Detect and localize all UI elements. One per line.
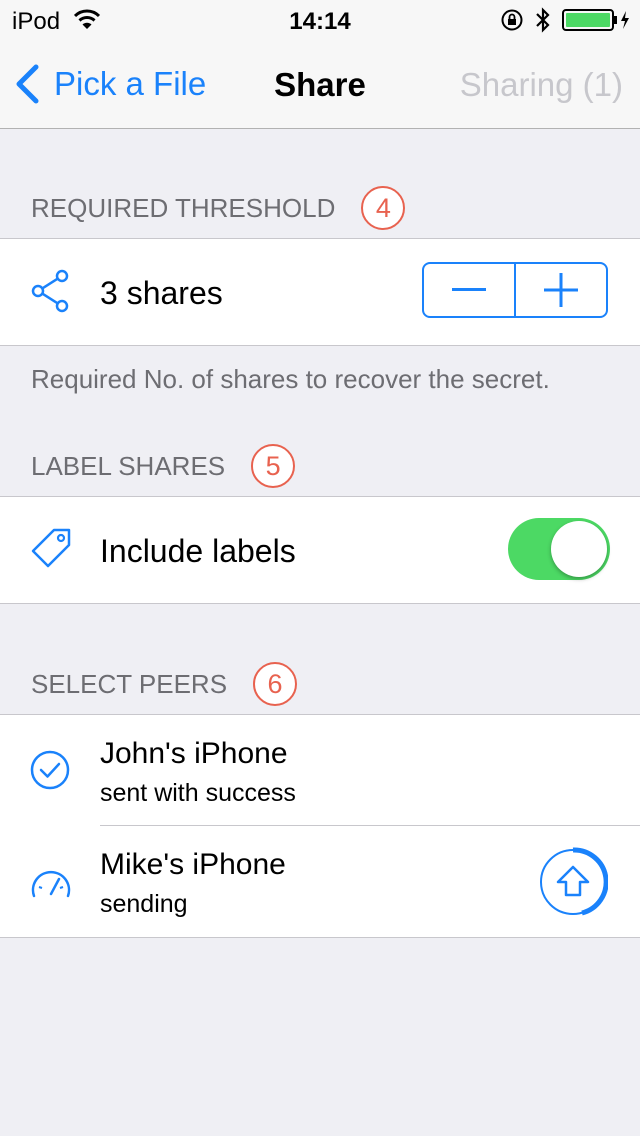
- navigation-bar: Pick a File Share Sharing (1): [0, 40, 640, 129]
- rotation-lock-icon: [501, 9, 523, 31]
- peer-name: John's iPhone: [100, 737, 288, 770]
- peer-row-john[interactable]: John's iPhone sent with success: [0, 715, 640, 826]
- toggle-knob: [551, 521, 607, 577]
- step-badge-5: 5: [251, 444, 296, 488]
- checkmark-circle-icon: [30, 750, 70, 790]
- peer-status: sending: [100, 890, 188, 918]
- labels-group: Include labels: [0, 496, 640, 604]
- step-badge-4: 4: [361, 186, 406, 230]
- threshold-stepper[interactable]: [422, 262, 608, 318]
- bluetooth-icon: [536, 7, 550, 33]
- labels-header-label: LABEL SHARES: [31, 450, 226, 481]
- peers-section-header: SELECT PEERS 6: [31, 662, 298, 706]
- threshold-footer: Required No. of shares to recover the se…: [31, 364, 550, 394]
- status-bar: iPod 14:14: [0, 0, 640, 40]
- include-labels-label: Include labels: [100, 533, 296, 569]
- minus-icon: [452, 288, 486, 291]
- threshold-header-label: REQUIRED THRESHOLD: [31, 192, 336, 223]
- increment-button[interactable]: [514, 264, 606, 316]
- threshold-section-header: REQUIRED THRESHOLD 4: [31, 186, 406, 230]
- threshold-value: 3 shares: [100, 275, 223, 311]
- upload-progress-icon[interactable]: [538, 847, 608, 917]
- threshold-group: 3 shares: [0, 238, 640, 346]
- peer-row-mike[interactable]: Mike's iPhone sending: [0, 826, 640, 937]
- decrement-button[interactable]: [424, 264, 514, 316]
- peer-status: sent with success: [100, 779, 296, 807]
- peers-group: John's iPhone sent with success Mike's i…: [0, 714, 640, 938]
- peers-header-label: SELECT PEERS: [31, 668, 228, 699]
- share-icon: [31, 269, 69, 313]
- battery-icon: [562, 9, 629, 31]
- tag-icon: [31, 528, 71, 568]
- include-labels-toggle[interactable]: [508, 518, 610, 580]
- speedometer-icon: [31, 870, 71, 898]
- peer-name: Mike's iPhone: [100, 848, 286, 881]
- labels-section-header: LABEL SHARES 5: [31, 444, 296, 488]
- step-badge-6: 6: [253, 662, 298, 706]
- sharing-button[interactable]: Sharing (1): [460, 66, 623, 104]
- plus-icon: [544, 273, 578, 307]
